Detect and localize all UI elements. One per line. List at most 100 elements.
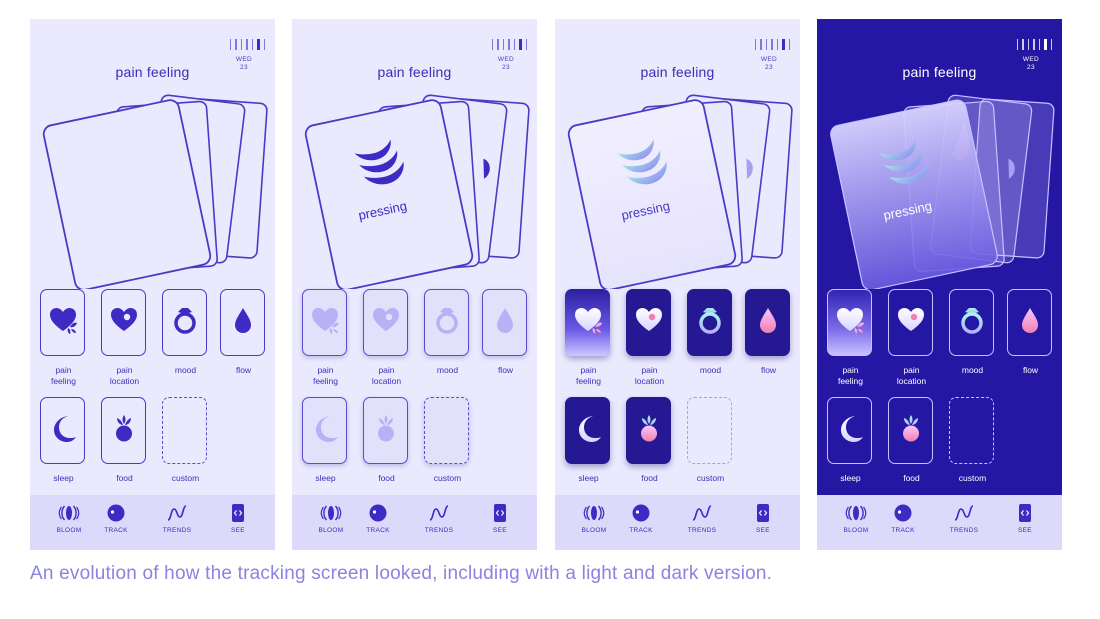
nav-see[interactable]: SEE (1003, 503, 1047, 534)
tracker-label: custom (433, 473, 462, 483)
tracking-screen-v2: WED 23 pain feeling pressing pain feelin… (292, 19, 537, 550)
tracker-item-pain-feeling[interactable]: pain feeling (827, 289, 874, 387)
tracker-tile[interactable] (1007, 289, 1052, 356)
tracker-item-flow[interactable]: flow (220, 289, 267, 376)
moon-icon (573, 413, 603, 448)
nav-see[interactable]: SEE (478, 503, 522, 534)
drop-icon (228, 305, 258, 340)
tracker-tile[interactable] (626, 397, 671, 464)
tracker-tile[interactable] (162, 397, 207, 464)
nav-bloom[interactable]: BLOOM (47, 503, 91, 534)
tracking-screen-v4: WED 23 pain feeling pressing pain feelin… (817, 19, 1062, 550)
tracker-item-food[interactable]: food (888, 397, 935, 484)
tracker-item-pain-feeling[interactable]: pain feeling (40, 289, 87, 387)
tracker-tile[interactable] (424, 289, 469, 356)
tracker-item-custom[interactable]: custom (949, 397, 996, 484)
tracker-item-flow[interactable]: flow (482, 289, 529, 376)
tracker-tile[interactable] (565, 397, 610, 464)
tracker-tile[interactable] (302, 397, 347, 464)
heart-dot-icon (109, 305, 139, 340)
tracker-tile[interactable] (40, 289, 85, 356)
tracker-item-mood[interactable]: mood (424, 289, 471, 376)
tracker-item-pain-feeling[interactable]: pain feeling (302, 289, 349, 387)
tracker-tile[interactable] (101, 397, 146, 464)
tracker-item-mood[interactable]: mood (162, 289, 209, 376)
see-icon (741, 503, 785, 523)
tracker-tile[interactable] (101, 289, 146, 356)
nav-bloom[interactable]: BLOOM (834, 503, 878, 534)
tracker-tile[interactable] (424, 397, 469, 464)
tracker-tile[interactable] (162, 289, 207, 356)
tracker-tile[interactable] (949, 397, 994, 464)
tracker-tile[interactable] (949, 289, 994, 356)
tracker-tile[interactable] (888, 397, 933, 464)
tracker-item-pain-location[interactable]: pain location (626, 289, 673, 387)
heart-leaf-icon (48, 305, 78, 340)
tracker-tile[interactable] (565, 289, 610, 356)
heart-leaf-icon (310, 305, 340, 340)
tracker-item-flow[interactable]: flow (1007, 289, 1054, 376)
tracker-label: pain feeling (312, 365, 339, 386)
nav-track[interactable]: TRACK (356, 503, 400, 534)
nav-label: TRENDS (424, 527, 454, 534)
moon-icon (48, 413, 78, 448)
tracker-item-custom[interactable]: custom (687, 397, 734, 484)
nav-bloom[interactable]: BLOOM (572, 503, 616, 534)
tracker-item-sleep[interactable]: sleep (565, 397, 612, 484)
card-deck[interactable] (555, 19, 800, 291)
tracker-item-pain-location[interactable]: pain location (101, 289, 148, 387)
tracker-tile[interactable] (827, 397, 872, 464)
nav-trends[interactable]: TRENDS (942, 503, 986, 534)
tracker-tile[interactable] (687, 289, 732, 356)
tracker-tile[interactable] (482, 289, 527, 356)
nav-trends[interactable]: TRENDS (155, 503, 199, 534)
tracker-tile[interactable] (363, 289, 408, 356)
nav-see[interactable]: SEE (741, 503, 785, 534)
tracker-item-custom[interactable]: custom (424, 397, 471, 484)
tracker-tile[interactable] (220, 289, 265, 356)
tracker-label: sleep (315, 473, 336, 483)
tracker-tile[interactable] (745, 289, 790, 356)
nav-track[interactable]: TRACK (619, 503, 663, 534)
tracker-item-sleep[interactable]: sleep (40, 397, 87, 484)
card-deck[interactable] (292, 19, 537, 291)
tracker-label: flow (1022, 365, 1039, 375)
tracker-tile[interactable] (302, 289, 347, 356)
tracker-tile[interactable] (363, 397, 408, 464)
tracker-item-sleep[interactable]: sleep (827, 397, 874, 484)
tracker-item-food[interactable]: food (626, 397, 673, 484)
card-deck[interactable] (817, 19, 1062, 291)
tracker-item-pain-location[interactable]: pain location (363, 289, 410, 387)
tracker-item-flow[interactable]: flow (745, 289, 792, 376)
nav-trends[interactable]: TRENDS (680, 503, 724, 534)
tracker-item-pain-feeling[interactable]: pain feeling (565, 289, 612, 387)
nav-track[interactable]: TRACK (881, 503, 925, 534)
bottom-nav: BLOOM TRACK TRENDS SEE (817, 495, 1062, 550)
card-deck[interactable] (30, 19, 275, 291)
nav-see[interactable]: SEE (216, 503, 260, 534)
tracker-tile[interactable] (687, 397, 732, 464)
bloom-icon (572, 503, 616, 523)
tracker-item-mood[interactable]: mood (687, 289, 734, 376)
drop-icon (1015, 305, 1045, 340)
trends-icon (942, 503, 986, 523)
tracker-item-sleep[interactable]: sleep (302, 397, 349, 484)
berry-icon (371, 413, 401, 448)
tracker-item-pain-location[interactable]: pain location (888, 289, 935, 387)
tracking-screen-v3: WED 23 pain feeling pressing pain feelin… (555, 19, 800, 550)
nav-track[interactable]: TRACK (94, 503, 138, 534)
tracker-item-custom[interactable]: custom (162, 397, 209, 484)
tracker-label: pain location (371, 365, 402, 386)
nav-trends[interactable]: TRENDS (417, 503, 461, 534)
tracker-tile[interactable] (40, 397, 85, 464)
tracker-label: custom (171, 473, 200, 483)
tracker-item-food[interactable]: food (101, 397, 148, 484)
tracker-tile[interactable] (888, 289, 933, 356)
nav-bloom[interactable]: BLOOM (309, 503, 353, 534)
tracker-tile[interactable] (626, 289, 671, 356)
tracker-item-mood[interactable]: mood (949, 289, 996, 376)
tracker-tile[interactable] (827, 289, 872, 356)
heart-leaf-icon (835, 305, 865, 340)
tracker-item-food[interactable]: food (363, 397, 410, 484)
nav-label: TRACK (104, 527, 128, 534)
